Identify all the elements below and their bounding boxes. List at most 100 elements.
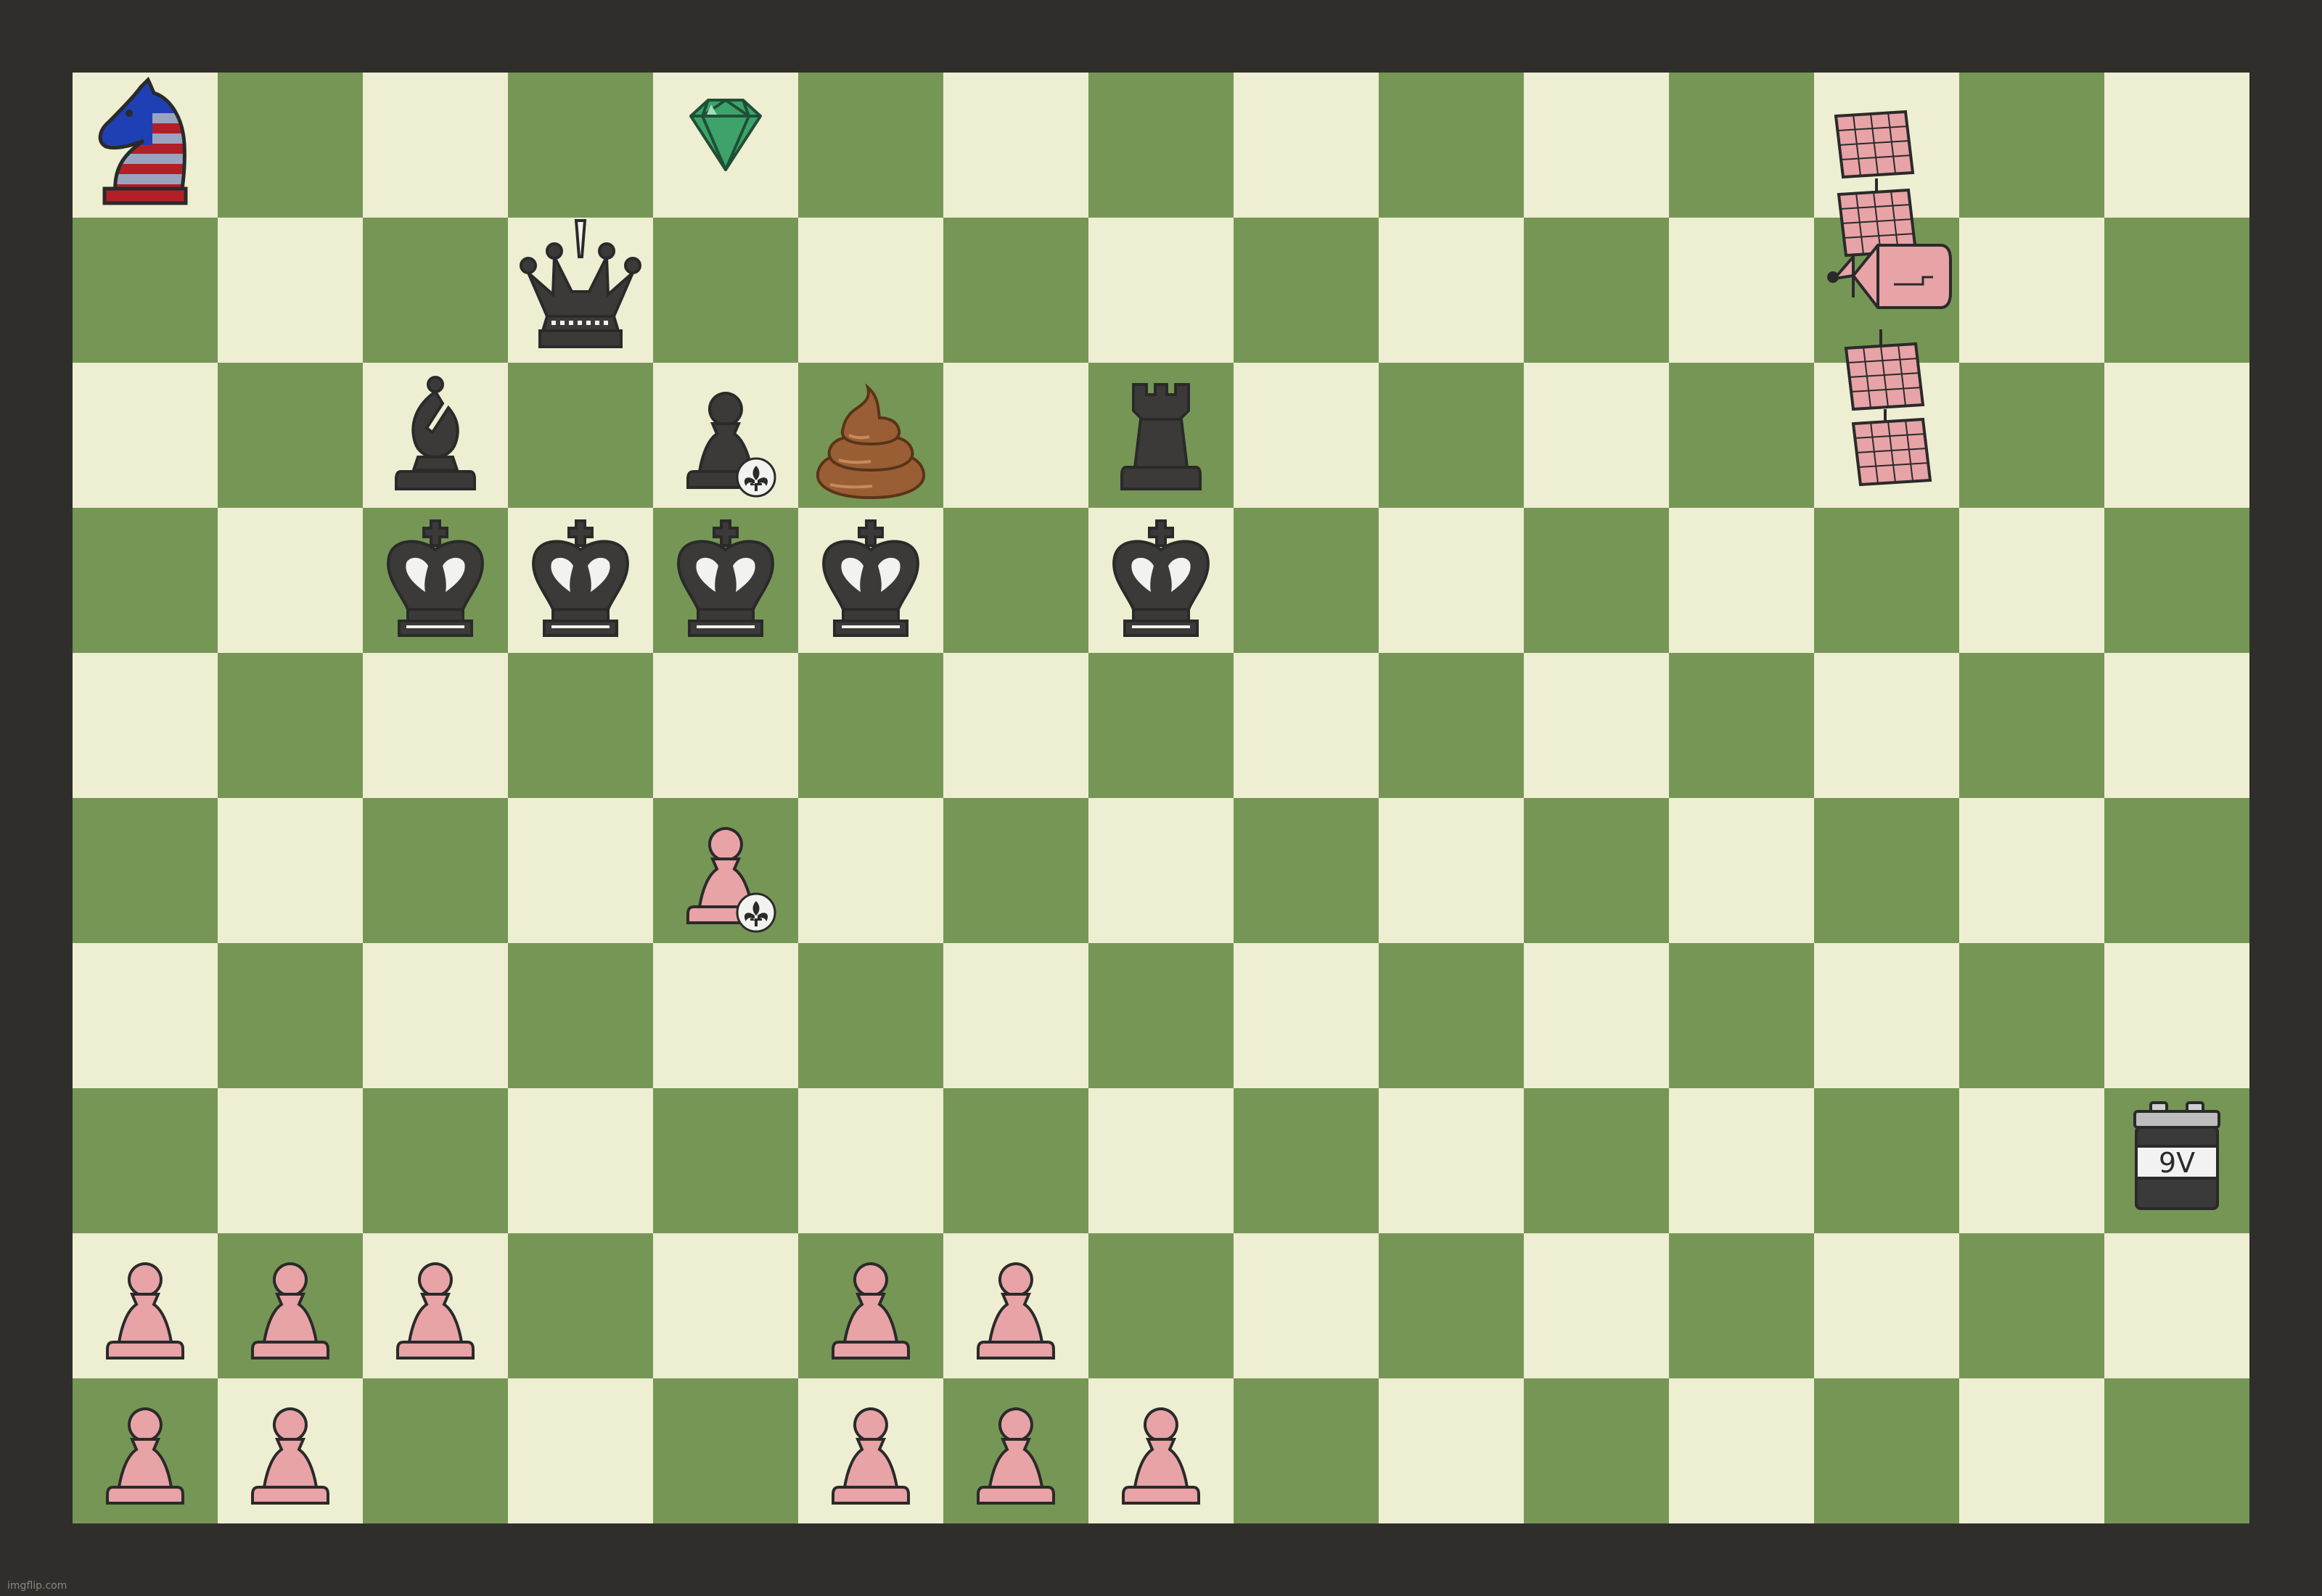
board-square[interactable] xyxy=(943,73,1088,218)
board-square[interactable] xyxy=(363,1378,508,1523)
board-square[interactable] xyxy=(1669,363,1814,508)
black-king-icon[interactable] xyxy=(363,508,508,653)
pink-pawn-icon[interactable] xyxy=(218,1378,363,1523)
board-square[interactable] xyxy=(653,1378,798,1523)
board-square[interactable] xyxy=(653,218,798,363)
black-king-icon[interactable] xyxy=(1088,508,1234,653)
board-square[interactable] xyxy=(798,943,943,1088)
board-square[interactable] xyxy=(1959,508,2104,653)
board-square[interactable] xyxy=(508,653,653,798)
board-square[interactable] xyxy=(1088,1088,1234,1233)
board-square[interactable] xyxy=(1088,73,1234,218)
board-square[interactable] xyxy=(508,1088,653,1233)
board-square[interactable] xyxy=(1234,218,1379,363)
board-square[interactable] xyxy=(508,1378,653,1523)
board-square[interactable] xyxy=(218,943,363,1088)
board-square[interactable] xyxy=(1959,943,2104,1088)
board-square[interactable] xyxy=(2104,653,2249,798)
board-square[interactable] xyxy=(1814,653,1959,798)
board-square[interactable] xyxy=(1814,943,1959,1088)
emerald-gem-icon[interactable] xyxy=(653,73,798,218)
board-square[interactable] xyxy=(798,1088,943,1233)
board-square[interactable] xyxy=(1959,218,2104,363)
board-square[interactable] xyxy=(2104,73,2249,218)
board-square[interactable] xyxy=(1814,508,1959,653)
board-square[interactable] xyxy=(73,653,218,798)
board-square[interactable] xyxy=(1088,218,1234,363)
board-square[interactable] xyxy=(1524,218,1669,363)
board-square[interactable] xyxy=(1524,508,1669,653)
black-rook-icon[interactable] xyxy=(1088,363,1234,508)
pink-pawn-icon[interactable] xyxy=(73,1378,218,1523)
board-square[interactable] xyxy=(1669,73,1814,218)
board-square[interactable] xyxy=(363,943,508,1088)
board-square[interactable] xyxy=(73,798,218,943)
board-square[interactable] xyxy=(943,1088,1088,1233)
board-square[interactable] xyxy=(1959,73,2104,218)
pink-pawn-icon[interactable] xyxy=(73,1233,218,1378)
board-square[interactable] xyxy=(1524,363,1669,508)
board-square[interactable] xyxy=(1234,653,1379,798)
board-square[interactable] xyxy=(73,218,218,363)
board-square[interactable] xyxy=(798,73,943,218)
black-bishop-icon[interactable] xyxy=(363,363,508,508)
pink-satellite-icon[interactable] xyxy=(1814,87,1959,522)
board-square[interactable] xyxy=(1524,73,1669,218)
board-square[interactable] xyxy=(363,218,508,363)
board-square[interactable] xyxy=(1234,1233,1379,1378)
board-square[interactable] xyxy=(73,943,218,1088)
board-square[interactable] xyxy=(943,363,1088,508)
board-square[interactable] xyxy=(1814,1088,1959,1233)
board-square[interactable] xyxy=(363,798,508,943)
board-square[interactable] xyxy=(798,218,943,363)
board-square[interactable] xyxy=(1088,653,1234,798)
board-square[interactable] xyxy=(1959,363,2104,508)
board-square[interactable] xyxy=(1669,218,1814,363)
board-square[interactable] xyxy=(2104,943,2249,1088)
board-square[interactable] xyxy=(2104,1233,2249,1378)
board-square[interactable] xyxy=(363,1088,508,1233)
pink-pawn-icon[interactable] xyxy=(363,1233,508,1378)
board-square[interactable] xyxy=(1959,653,2104,798)
black-pawn-fleur-de-lis-icon[interactable] xyxy=(653,363,798,508)
board-square[interactable] xyxy=(653,653,798,798)
board-square[interactable] xyxy=(1524,1233,1669,1378)
pink-pawn-fleur-de-lis-icon[interactable] xyxy=(653,798,798,943)
board-square[interactable] xyxy=(218,508,363,653)
board-square[interactable] xyxy=(218,73,363,218)
battery-9v-icon[interactable]: 9V xyxy=(2104,1088,2249,1233)
board-square[interactable] xyxy=(1669,1378,1814,1523)
pink-pawn-icon[interactable] xyxy=(943,1378,1088,1523)
pink-pawn-icon[interactable] xyxy=(943,1233,1088,1378)
board-square[interactable] xyxy=(218,363,363,508)
board-square[interactable] xyxy=(1669,943,1814,1088)
board-square[interactable] xyxy=(653,943,798,1088)
board-square[interactable] xyxy=(2104,1378,2249,1523)
board-square[interactable] xyxy=(653,1088,798,1233)
board-square[interactable] xyxy=(943,508,1088,653)
board-square[interactable] xyxy=(1234,943,1379,1088)
board-square[interactable] xyxy=(73,508,218,653)
pink-pawn-icon[interactable] xyxy=(218,1233,363,1378)
board-square[interactable] xyxy=(1379,218,1524,363)
board-square[interactable] xyxy=(1234,1378,1379,1523)
board-square[interactable] xyxy=(1669,1233,1814,1378)
knight-american-flag-icon[interactable] xyxy=(73,73,218,218)
board-square[interactable] xyxy=(1379,508,1524,653)
board-square[interactable] xyxy=(1669,508,1814,653)
pink-pawn-icon[interactable] xyxy=(1088,1378,1234,1523)
board-square[interactable] xyxy=(1959,1378,2104,1523)
board-square[interactable] xyxy=(1524,1088,1669,1233)
board-square[interactable] xyxy=(943,218,1088,363)
board-square[interactable] xyxy=(1088,798,1234,943)
board-square[interactable] xyxy=(1088,1233,1234,1378)
board-square[interactable] xyxy=(1379,73,1524,218)
board-square[interactable] xyxy=(1379,943,1524,1088)
board-square[interactable] xyxy=(1524,943,1669,1088)
board-square[interactable] xyxy=(2104,218,2249,363)
board-square[interactable] xyxy=(363,653,508,798)
board-square[interactable] xyxy=(1524,798,1669,943)
board-square[interactable] xyxy=(1524,653,1669,798)
board-square[interactable] xyxy=(943,798,1088,943)
board-square[interactable] xyxy=(73,1088,218,1233)
